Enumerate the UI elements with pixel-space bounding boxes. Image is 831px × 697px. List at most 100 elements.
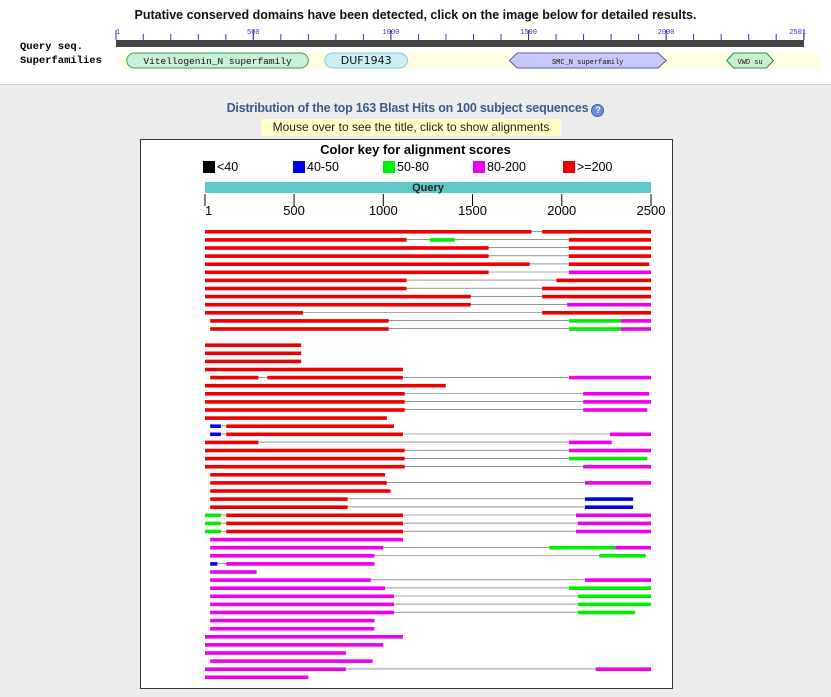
hit-row[interactable] [205, 311, 651, 315]
hit-row[interactable] [210, 319, 651, 323]
hit-row[interactable] [210, 505, 634, 509]
hit-segment[interactable] [583, 408, 648, 412]
hit-segment[interactable] [568, 448, 651, 453]
hit-segment[interactable] [577, 602, 651, 607]
hit-row[interactable] [210, 659, 373, 663]
hit-row[interactable] [205, 294, 651, 299]
hit-row[interactable] [210, 626, 375, 631]
hit-segment[interactable] [620, 327, 651, 331]
hit-row[interactable] [205, 400, 651, 404]
hit-row[interactable] [210, 562, 375, 566]
hit-segment[interactable] [210, 432, 221, 437]
hit-row[interactable] [210, 537, 403, 542]
hit-segment[interactable] [226, 432, 403, 437]
hit-segment[interactable] [205, 521, 221, 526]
hit-segment[interactable] [210, 618, 375, 623]
hit-row[interactable] [210, 618, 375, 623]
hit-segment[interactable] [210, 602, 395, 607]
alignment-graphic[interactable]: Query1 500 1000 1500 2000 2500 [141, 140, 672, 688]
hit-row[interactable] [210, 578, 651, 582]
hit-segment[interactable] [210, 562, 218, 566]
hit-segment[interactable] [205, 246, 489, 250]
hit-segment[interactable] [615, 545, 651, 550]
hit-segment[interactable] [568, 327, 621, 331]
hit-segment[interactable] [226, 513, 403, 518]
hit-segment[interactable] [205, 416, 387, 420]
hit-segment[interactable] [210, 545, 384, 550]
hit-row[interactable] [205, 440, 612, 445]
hit-row[interactable] [205, 521, 651, 526]
hit-segment[interactable] [584, 497, 634, 501]
conserved-domains-graphic[interactable]: 1 500 1000 1500 2000 2501Vitellogenin_N super… [0, 24, 831, 76]
hit-segment[interactable] [567, 302, 651, 307]
hit-row[interactable] [205, 246, 651, 250]
hit-row[interactable] [205, 302, 651, 307]
hit-row[interactable] [205, 529, 651, 534]
hit-segment[interactable] [549, 545, 616, 550]
hit-segment[interactable] [205, 643, 384, 647]
hit-segment[interactable] [205, 400, 405, 404]
hit-row[interactable] [205, 667, 651, 671]
hit-row[interactable] [205, 262, 650, 266]
hit-segment[interactable] [568, 254, 651, 258]
hit-segment[interactable] [205, 392, 405, 396]
hit-segment[interactable] [568, 375, 651, 380]
hit-segment[interactable] [205, 408, 405, 412]
hit-segment[interactable] [576, 529, 651, 534]
hit-segment[interactable] [205, 343, 302, 347]
hit-segment[interactable] [210, 505, 348, 509]
hit-segment[interactable] [577, 594, 651, 599]
hit-segment[interactable] [205, 351, 302, 356]
hit-segment[interactable] [210, 327, 389, 331]
hit-segment[interactable] [620, 319, 651, 323]
hit-segment[interactable] [205, 359, 302, 364]
hit-segment[interactable] [205, 635, 403, 639]
hit-row[interactable] [210, 375, 651, 380]
hit-segment[interactable] [267, 375, 403, 380]
hit-segment[interactable] [205, 464, 405, 469]
hit-segment[interactable] [577, 521, 651, 526]
hit-segment[interactable] [205, 302, 471, 307]
hit-segment[interactable] [568, 238, 651, 242]
hit-row[interactable] [210, 610, 635, 615]
hit-segment[interactable] [210, 375, 259, 380]
hit-segment[interactable] [210, 489, 391, 493]
hit-segment[interactable] [210, 659, 373, 663]
hit-segment[interactable] [568, 262, 650, 266]
hit-row[interactable] [205, 456, 648, 461]
hit-segment[interactable] [210, 481, 387, 485]
hit-segment[interactable] [205, 238, 407, 242]
hit-row[interactable] [205, 513, 651, 518]
hit-segment[interactable] [205, 230, 532, 234]
hit-row[interactable] [205, 278, 651, 283]
hit-row[interactable] [210, 545, 651, 550]
hit-segment[interactable] [210, 570, 257, 574]
hit-row[interactable] [210, 497, 634, 501]
hit-segment[interactable] [542, 286, 651, 291]
hit-row[interactable] [205, 408, 648, 412]
hit-segment[interactable] [226, 521, 403, 526]
hit-segment[interactable] [210, 424, 221, 428]
hit-segment[interactable] [205, 448, 405, 453]
hit-segment[interactable] [205, 270, 489, 275]
hit-segment[interactable] [542, 230, 651, 234]
hit-row[interactable] [210, 586, 651, 590]
hit-row[interactable] [210, 424, 395, 428]
hit-row[interactable] [210, 489, 391, 493]
hit-row[interactable] [205, 416, 387, 420]
hit-row[interactable] [205, 270, 651, 275]
hit-segment[interactable] [205, 262, 530, 266]
hit-segment[interactable] [210, 497, 348, 501]
hit-segment[interactable] [205, 383, 446, 388]
hit-segment[interactable] [205, 367, 403, 372]
hit-row[interactable] [210, 432, 651, 437]
hit-segment[interactable] [599, 554, 646, 558]
hit-segment[interactable] [568, 456, 648, 461]
hit-segment[interactable] [205, 667, 346, 671]
hit-row[interactable] [205, 675, 309, 680]
hit-row[interactable] [205, 392, 650, 396]
hit-row[interactable] [210, 473, 386, 477]
hit-row[interactable] [210, 602, 651, 607]
hit-row[interactable] [210, 327, 651, 331]
hit-row[interactable] [205, 351, 302, 356]
